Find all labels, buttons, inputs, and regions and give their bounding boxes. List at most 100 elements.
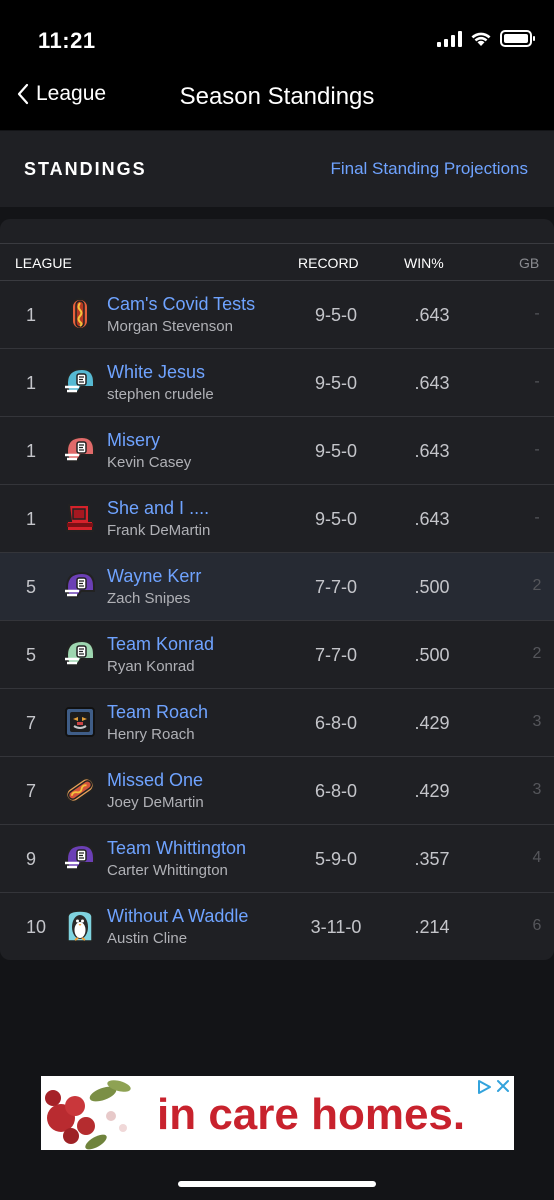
hotdog-icon[interactable] <box>63 297 97 331</box>
ad-banner[interactable]: in care homes. <box>41 1076 514 1150</box>
table-row[interactable]: 1 She and I .... Frank DeMartin 9-5-0 .643 - <box>0 485 554 553</box>
table-row[interactable]: 1 White Jesus stephen crudele 9-5-0 .643 - <box>0 349 554 417</box>
table-row[interactable]: 9 Team Whittington Carter Whittington 5-9-0… <box>0 825 554 893</box>
battery-icon <box>500 30 535 47</box>
owner-name: stephen crudele <box>107 386 214 403</box>
team-name-link[interactable]: White Jesus <box>107 362 205 383</box>
standings-table: LEAGUE RECORD WIN% GB 1 Cam's Covid Tests… <box>0 219 554 960</box>
rank: 1 <box>26 509 37 529</box>
owner-name: Morgan Stevenson <box>107 318 233 335</box>
record: 9-5-0 <box>314 509 358 529</box>
record: 9-5-0 <box>314 305 358 325</box>
games-back: 3 <box>532 781 542 798</box>
table-row[interactable]: 5 Wayne Kerr Zach Snipes 7-7-0 .500 2 <box>0 553 554 621</box>
standings-title: STANDINGS <box>24 159 147 179</box>
owner-name: Frank DeMartin <box>107 522 211 539</box>
team-name-link[interactable]: Missed One <box>107 770 203 791</box>
win-pct: .214 <box>414 917 450 937</box>
rank: 5 <box>26 577 37 597</box>
win-pct: .429 <box>414 713 450 733</box>
table-rows: 1 Cam's Covid Tests Morgan Stevenson 9-5-0.… <box>0 281 554 960</box>
table-row[interactable]: 5 Team Konrad Ryan Konrad 7-7-0 .500 2 <box>0 621 554 689</box>
rank: 9 <box>26 849 37 869</box>
status-icons <box>437 30 535 47</box>
games-back: - <box>534 441 540 458</box>
column-header-league[interactable]: LEAGUE <box>15 255 72 271</box>
owner-name: Kevin Casey <box>107 454 192 471</box>
helmet-red-icon[interactable] <box>63 433 97 467</box>
table-row[interactable]: 10 Without A Waddle Austin Cline 3-11-0 .214… <box>0 893 554 960</box>
column-header-win-pct[interactable]: WIN% <box>404 255 444 271</box>
rank: 1 <box>26 305 37 325</box>
team-name-link[interactable]: Without A Waddle <box>107 906 248 927</box>
record: 5-9-0 <box>314 849 358 869</box>
record: 3-11-0 <box>310 917 362 937</box>
games-back: 4 <box>532 849 542 866</box>
win-pct: .643 <box>414 441 450 461</box>
team-name-link[interactable]: Team Konrad <box>107 634 214 655</box>
home-indicator <box>178 1181 376 1187</box>
penguin-icon[interactable] <box>63 909 97 943</box>
table-row[interactable]: 7 Team Roach Henry Roach 6-8-0 .429 3 <box>0 689 554 757</box>
owner-name: Ryan Konrad <box>107 658 195 675</box>
standings-header: STANDINGS Final Standing Projections <box>0 131 554 207</box>
page-title: Season Standings <box>179 83 375 110</box>
games-back: - <box>534 509 540 526</box>
ad-text: in care homes. <box>157 1090 466 1139</box>
team-name-link[interactable]: Team Roach <box>107 702 208 723</box>
table-row[interactable]: 7 Missed One Joey DeMartin 6-8-0 .429 3 <box>0 757 554 825</box>
status-bar: 11:21 <box>0 0 554 70</box>
ad-choices[interactable] <box>476 1079 510 1095</box>
record: 9-5-0 <box>314 373 358 393</box>
games-back: - <box>534 305 540 322</box>
column-header-gb[interactable]: GB <box>519 255 539 271</box>
helmet-purple-icon[interactable] <box>63 841 97 875</box>
record: 7-7-0 <box>314 577 358 597</box>
win-pct: .643 <box>414 305 450 325</box>
games-back: 2 <box>532 645 542 662</box>
team-name-link[interactable]: Team Whittington <box>107 838 246 859</box>
mask-icon[interactable] <box>63 705 97 739</box>
table-row[interactable]: 1 Cam's Covid Tests Morgan Stevenson 9-5-0.… <box>0 281 554 349</box>
flowers-image <box>45 1080 131 1150</box>
owner-name: Austin Cline <box>107 930 188 947</box>
record: 7-7-0 <box>314 645 358 665</box>
helmet-green-icon[interactable] <box>63 637 97 671</box>
hotdog-bun-icon[interactable] <box>63 773 97 807</box>
status-time: 11:21 <box>38 28 96 53</box>
column-header-record[interactable]: RECORD <box>298 255 359 271</box>
team-name-link[interactable]: Wayne Kerr <box>107 566 201 587</box>
close-icon[interactable] <box>496 1079 510 1093</box>
win-pct: .429 <box>414 781 450 801</box>
games-back: 2 <box>532 577 542 594</box>
rank: 7 <box>26 713 37 733</box>
cellular-signal-icon <box>437 30 462 47</box>
wifi-icon <box>471 32 491 46</box>
rank: 1 <box>26 373 37 393</box>
adchoices-icon[interactable] <box>476 1079 492 1095</box>
helmet-purple-icon[interactable] <box>63 569 97 603</box>
win-pct: .500 <box>414 645 450 665</box>
table-row[interactable]: 1 Misery Kevin Casey 9-5-0 .643 - <box>0 417 554 485</box>
games-back: - <box>534 373 540 390</box>
games-back: 3 <box>532 713 542 730</box>
team-name-link[interactable]: Misery <box>107 430 160 451</box>
owner-name: Joey DeMartin <box>107 794 204 811</box>
owner-name: Henry Roach <box>107 726 195 743</box>
final-standing-projections-link[interactable]: Final Standing Projections <box>330 159 528 179</box>
rank: 7 <box>26 781 37 801</box>
team-name-link[interactable]: Cam's Covid Tests <box>107 294 255 315</box>
table-header: LEAGUE RECORD WIN% GB <box>0 243 554 281</box>
win-pct: .500 <box>414 577 450 597</box>
helmet-cyan-icon[interactable] <box>63 365 97 399</box>
chair-icon[interactable] <box>63 501 97 535</box>
record: 6-8-0 <box>314 781 358 801</box>
games-back: 6 <box>532 917 542 934</box>
record: 6-8-0 <box>314 713 358 733</box>
rank: 1 <box>26 441 37 461</box>
nav-bar: League Season Standings <box>0 70 554 130</box>
record: 9-5-0 <box>314 441 358 461</box>
owner-name: Carter Whittington <box>107 862 228 879</box>
owner-name: Zach Snipes <box>107 590 191 607</box>
team-name-link[interactable]: She and I .... <box>107 498 209 519</box>
